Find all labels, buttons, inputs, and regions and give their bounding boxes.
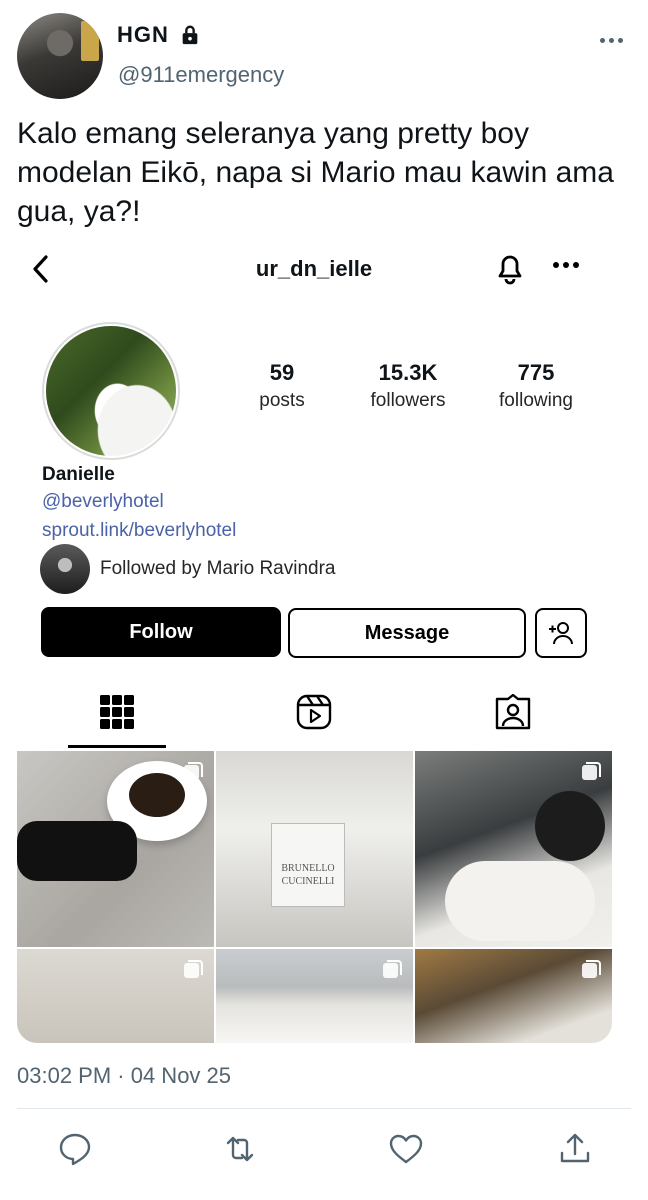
grid-photo-frames[interactable] — [17, 949, 214, 1043]
divider — [17, 1108, 631, 1109]
bio-website-link[interactable]: sprout.link/beverlyhotel — [42, 520, 236, 542]
message-button[interactable]: Message — [288, 608, 526, 658]
author-handle[interactable]: @911emergency — [118, 62, 284, 88]
tab-posts-grid[interactable] — [97, 692, 137, 732]
active-tab-indicator — [68, 745, 166, 748]
following-stat[interactable]: 775 following — [486, 360, 586, 412]
add-user-button[interactable] — [535, 608, 587, 658]
author-avatar[interactable] — [17, 13, 103, 99]
more-options-icon[interactable] — [600, 30, 626, 50]
lock-icon — [182, 25, 198, 45]
followed-by-text[interactable]: Followed by Mario Ravindra — [100, 558, 336, 580]
author-name-row[interactable]: HGN — [117, 22, 201, 48]
mutual-follower-avatar[interactable] — [40, 544, 90, 594]
tweet-text: Kalo emang seleranya yang pretty boy mod… — [17, 117, 614, 228]
followers-count: 15.3K — [378, 360, 438, 385]
tweet-timestamp[interactable]: 03:02 PM · 04 Nov 25 — [17, 1063, 231, 1089]
bio-mention-link[interactable]: @beverlyhotel — [42, 491, 164, 513]
following-label: following — [499, 390, 573, 411]
posts-stat[interactable]: 59 posts — [240, 360, 324, 412]
multi-photo-icon — [582, 960, 601, 978]
multi-photo-icon — [582, 762, 601, 780]
grid-photo-coffee[interactable] — [17, 751, 214, 947]
multi-photo-icon — [383, 960, 402, 978]
grid-photo-food-tray[interactable] — [415, 949, 612, 1043]
grid-photo-storefront[interactable]: BRUNELLO CUCINELLI — [216, 751, 413, 947]
profile-avatar[interactable] — [42, 322, 180, 460]
author-name[interactable]: HGN — [117, 22, 169, 48]
tagged-user-icon — [495, 694, 531, 730]
reels-icon — [296, 694, 332, 730]
followers-stat[interactable]: 15.3K followers — [358, 360, 458, 412]
bell-icon[interactable] — [492, 249, 528, 287]
profile-more-icon[interactable] — [553, 262, 583, 272]
add-user-icon — [549, 622, 573, 645]
like-heart-icon[interactable] — [388, 1131, 424, 1167]
tab-tagged[interactable] — [493, 692, 533, 732]
grid-photo-beach[interactable] — [216, 949, 413, 1043]
storefront-sign: BRUNELLO CUCINELLI — [271, 823, 345, 907]
following-count: 775 — [517, 360, 555, 385]
followers-label: followers — [370, 390, 446, 411]
multi-photo-icon — [184, 960, 203, 978]
grid-photo-car[interactable] — [415, 751, 612, 947]
follow-button[interactable]: Follow — [41, 607, 281, 657]
photo-grid: BRUNELLO CUCINELLI — [17, 751, 612, 1043]
tab-reels[interactable] — [294, 692, 334, 732]
profile-display-name: Danielle — [42, 464, 115, 485]
multi-photo-icon — [184, 762, 203, 780]
reply-icon[interactable] — [57, 1131, 93, 1167]
posts-label: posts — [259, 390, 305, 411]
grid-icon — [100, 695, 134, 729]
profile-username: ur_dn_ielle — [255, 256, 373, 281]
retweet-icon[interactable] — [222, 1131, 258, 1167]
posts-count: 59 — [269, 360, 295, 385]
share-icon[interactable] — [557, 1131, 593, 1167]
